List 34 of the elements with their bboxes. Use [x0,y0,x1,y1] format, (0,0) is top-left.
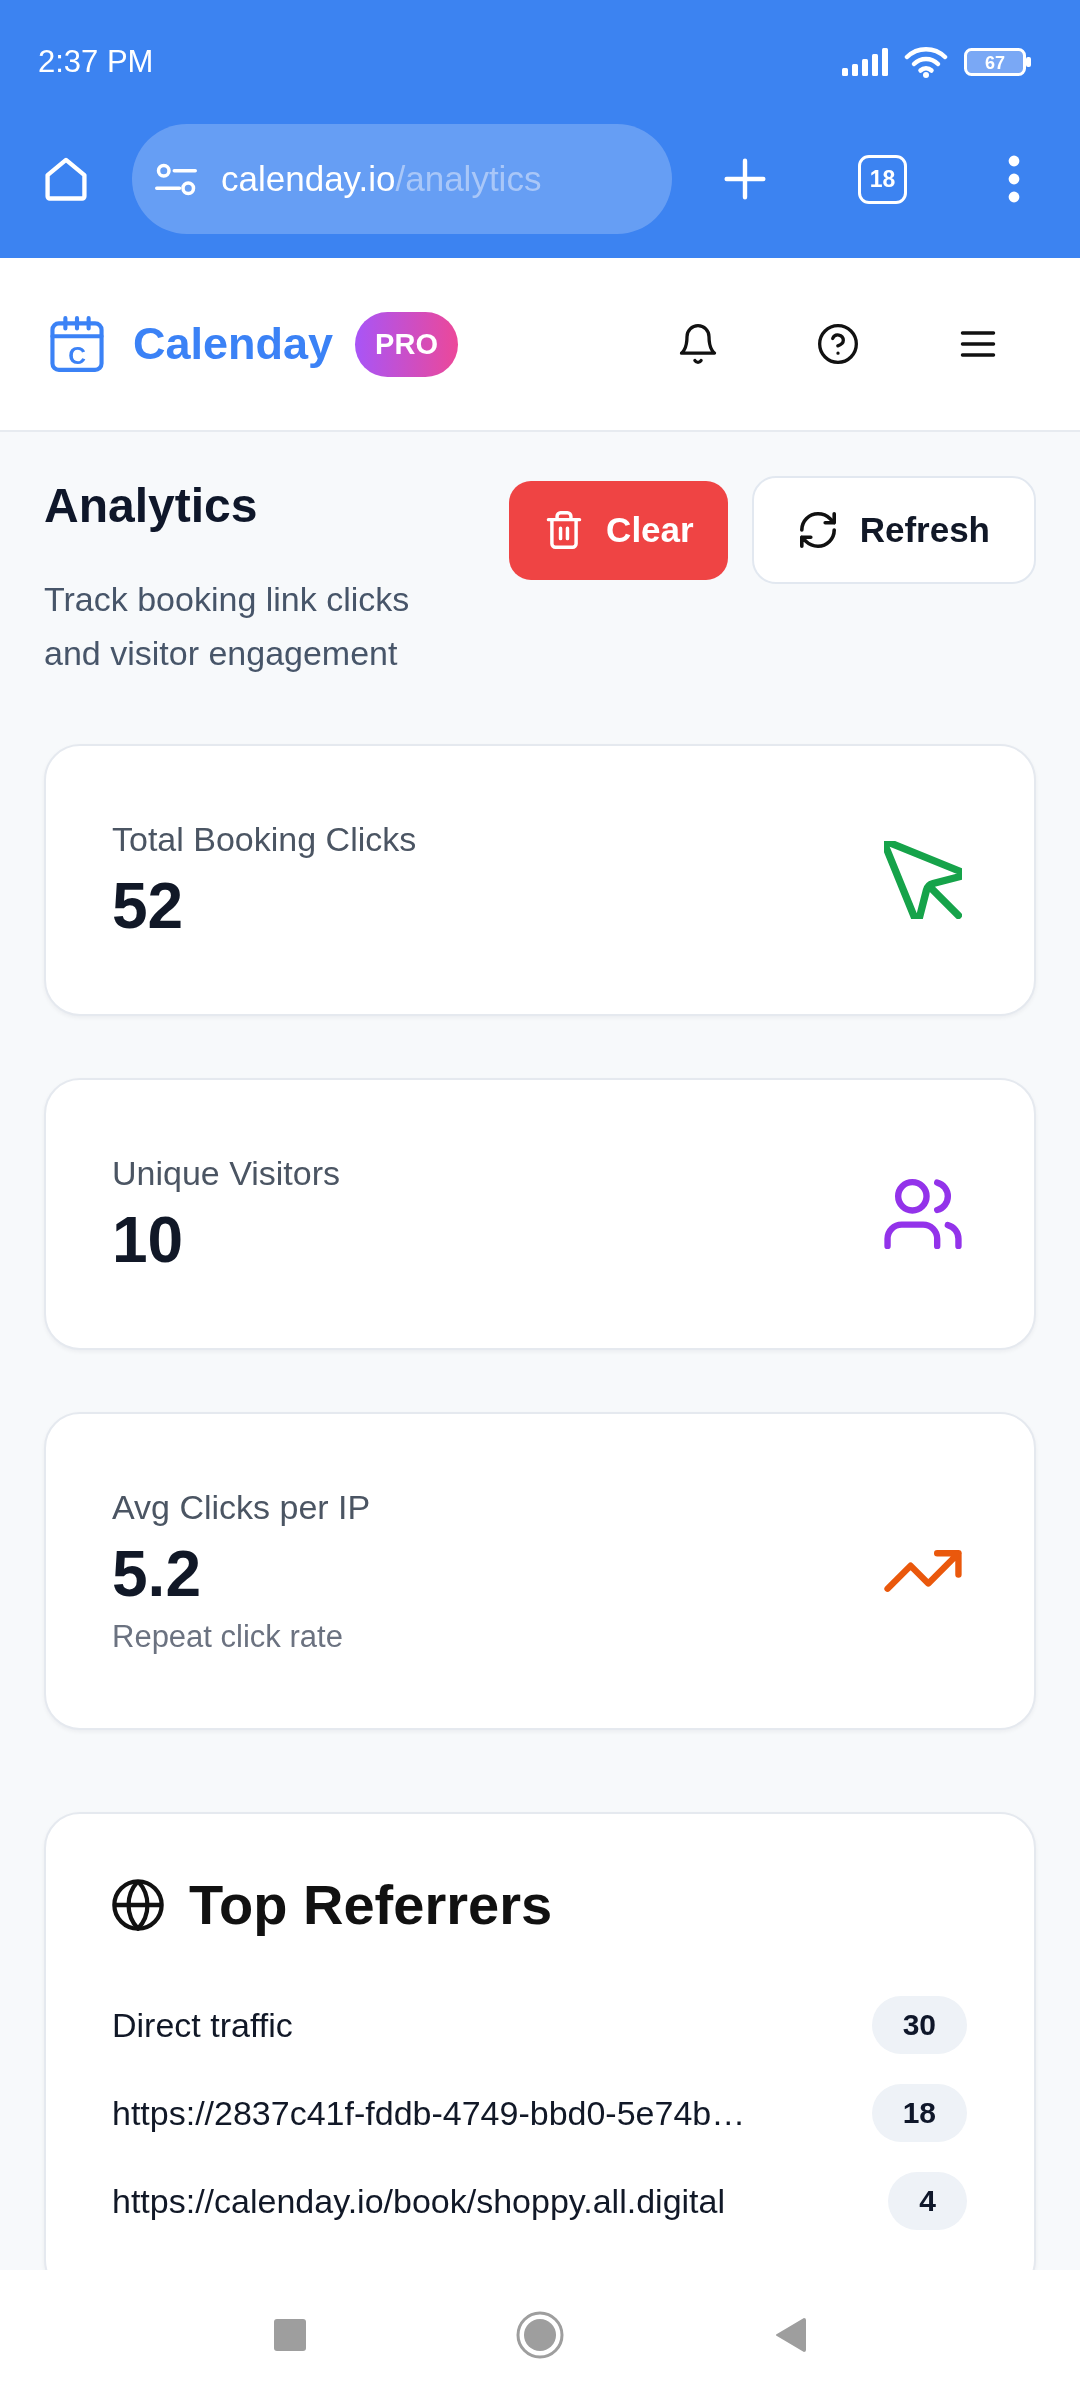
stat-value: 52 [112,869,184,943]
stat-label: Unique Visitors [112,1153,341,1194]
more-icon[interactable] [1007,155,1021,203]
refresh-icon [799,511,836,549]
new-tab-icon[interactable] [723,157,767,201]
site-settings-icon[interactable] [155,161,197,197]
stat-note: Repeat click rate [112,1618,343,1656]
wifi-icon [904,46,948,78]
brand-name[interactable]: Calenday [133,318,334,370]
referrer-count: 4 [888,2172,967,2230]
globe-icon [112,1879,164,1931]
tab-switcher-button[interactable]: 18 [858,154,907,204]
section-title: Top Referrers [189,1872,553,1938]
referrer-source: https://calenday.io/book/shoppy.all.digital [112,2181,725,2222]
referrer-count: 30 [871,1996,967,2054]
referrer-source: Direct traffic [112,2005,293,2046]
refresh-button[interactable]: Refresh [751,476,1036,584]
page-subtitle: Track booking link clicks and visitor engagement [44,579,411,674]
referrer-source: https://2837c41f-fddb-4749-bbd0-5e74b… [112,2093,746,2134]
status-time: 2:37 PM [38,44,154,80]
address-field[interactable]: calenday.io/analytics [132,124,672,234]
plan-badge: PRO [355,311,458,377]
stat-label: Total Booking Clicks [112,819,417,860]
clear-button[interactable]: Clear [509,480,728,580]
stat-label: Avg Clicks per IP [112,1487,371,1528]
home-button-icon[interactable] [516,2311,564,2359]
trash-icon [546,511,583,549]
page-title: Analytics [44,478,259,534]
stat-value: 5.2 [112,1537,201,1611]
help-icon[interactable] [816,322,860,366]
stat-value: 10 [112,1203,184,1277]
referrer-count: 18 [871,2084,967,2142]
back-icon[interactable] [774,2317,806,2353]
signal-icon [842,48,888,76]
